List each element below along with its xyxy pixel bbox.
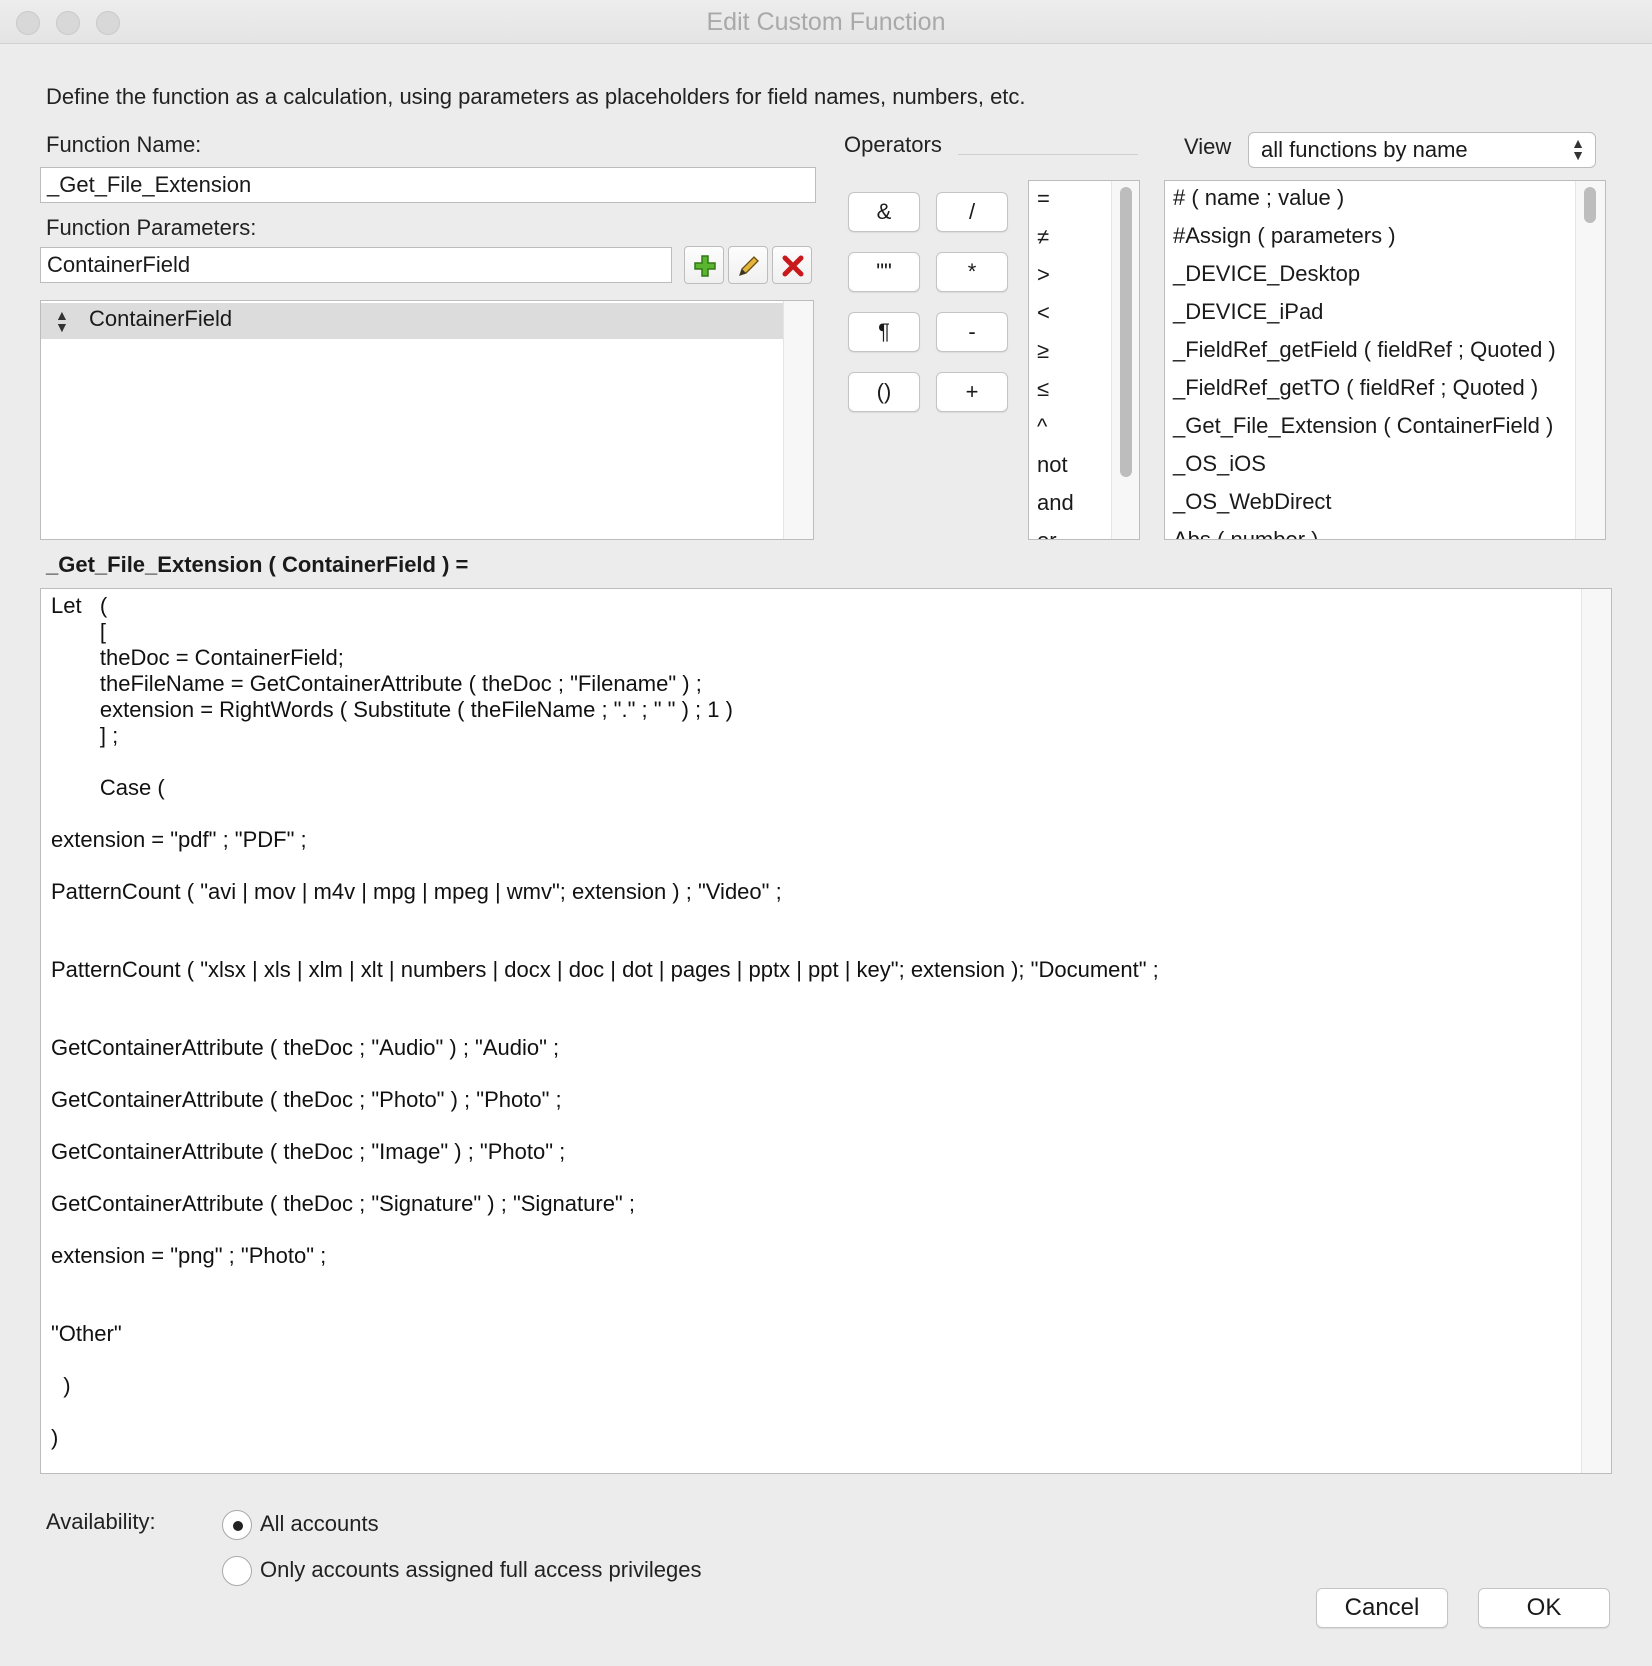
title-bar: Edit Custom Function (0, 0, 1652, 44)
function-list-item[interactable]: _DEVICE_iPad (1173, 299, 1323, 325)
operator-list-item[interactable]: > (1037, 262, 1050, 288)
function-list-item[interactable]: # ( name ; value ) (1173, 185, 1344, 211)
operator-list-item[interactable]: not (1037, 452, 1068, 478)
parameter-list-scrollbar[interactable] (783, 301, 813, 539)
function-list-scrollbar[interactable] (1575, 181, 1605, 539)
function-list-item[interactable]: _OS_WebDirect (1173, 489, 1332, 515)
operator-ampersand-button[interactable]: & (848, 192, 920, 232)
operator-list-scrollbar[interactable] (1111, 181, 1139, 539)
operator-quotes-button[interactable]: "" (848, 252, 920, 292)
operator-list-scroll-thumb[interactable] (1120, 187, 1132, 477)
parameter-list[interactable]: ▲ ▼ ContainerField (40, 300, 814, 540)
pencil-icon (738, 256, 759, 277)
calculation-editor-scrollbar[interactable] (1581, 589, 1611, 1473)
add-parameter-button[interactable] (684, 246, 724, 284)
function-parameter-input[interactable]: ContainerField (40, 247, 672, 283)
all-accounts-radio[interactable] (222, 1510, 252, 1540)
function-list-item[interactable]: _Get_File_Extension ( ContainerField ) (1173, 413, 1553, 439)
all-accounts-label[interactable]: All accounts (260, 1511, 379, 1537)
calculation-editor[interactable]: Let ( [ theDoc = ContainerField; theFile… (40, 588, 1612, 1474)
full-access-only-radio[interactable] (222, 1556, 252, 1586)
edit-parameter-button[interactable] (728, 246, 768, 284)
function-list-item[interactable]: _OS_iOS (1173, 451, 1266, 477)
operator-plus-button[interactable]: + (936, 372, 1008, 412)
parameter-name: ContainerField (89, 306, 233, 331)
calculation-code[interactable]: Let ( [ theDoc = ContainerField; theFile… (51, 593, 1159, 1451)
operator-list-item[interactable]: ≠ (1037, 224, 1049, 250)
availability-label: Availability: (46, 1509, 156, 1534)
plus-icon (694, 255, 716, 277)
operator-list-item[interactable]: ^ (1037, 414, 1047, 440)
function-name-input[interactable]: _Get_File_Extension (40, 167, 816, 203)
operator-list[interactable]: = ≠ > < ≥ ≤ ^ not and or (1028, 180, 1140, 540)
delete-parameter-button[interactable] (772, 246, 812, 284)
view-select[interactable]: all functions by name ▲ ▼ (1248, 132, 1596, 168)
operator-list-item[interactable]: = (1037, 186, 1050, 212)
operator-multiply-button[interactable]: * (936, 252, 1008, 292)
operator-parentheses-button[interactable]: () (848, 372, 920, 412)
operator-list-item[interactable]: and (1037, 490, 1074, 516)
delete-x-icon (782, 255, 804, 277)
ok-button[interactable]: OK (1478, 1588, 1610, 1628)
reorder-arrows-icon[interactable]: ▲ ▼ (55, 308, 69, 334)
function-list-item[interactable]: _FieldRef_getTO ( fieldRef ; Quoted ) (1173, 375, 1538, 401)
view-label: View (1184, 134, 1232, 159)
view-select-value: all functions by name (1261, 137, 1468, 162)
select-arrows-icon: ▲ ▼ (1571, 135, 1585, 163)
operator-list-item[interactable]: or (1037, 528, 1057, 539)
instructions-text: Define the function as a calculation, us… (46, 84, 1026, 109)
window-title: Edit Custom Function (706, 8, 946, 36)
operators-divider (958, 154, 1138, 155)
operators-label: Operators (844, 132, 942, 157)
function-list-item[interactable]: #Assign ( parameters ) (1173, 223, 1396, 249)
function-parameters-label: Function Parameters: (46, 215, 257, 240)
operator-list-item[interactable]: ≥ (1037, 338, 1049, 364)
operator-divide-button[interactable]: / (936, 192, 1008, 232)
full-access-only-label[interactable]: Only accounts assigned full access privi… (260, 1557, 701, 1583)
function-name-label: Function Name: (46, 132, 202, 157)
operator-list-item[interactable]: < (1037, 300, 1050, 326)
operator-minus-button[interactable]: - (936, 312, 1008, 352)
function-list-item[interactable]: _FieldRef_getField ( fieldRef ; Quoted ) (1173, 337, 1556, 363)
calculation-header: _Get_File_Extension ( ContainerField ) = (46, 552, 469, 577)
function-list[interactable]: # ( name ; value ) #Assign ( parameters … (1164, 180, 1606, 540)
parameter-row[interactable]: ▲ ▼ ContainerField (41, 303, 783, 339)
operator-pilcrow-button[interactable]: ¶ (848, 312, 920, 352)
cancel-button[interactable]: Cancel (1316, 1588, 1448, 1628)
function-list-scroll-thumb[interactable] (1584, 187, 1596, 223)
edit-custom-function-dialog: Edit Custom Function Define the function… (0, 0, 1652, 1666)
function-list-item[interactable]: Abs ( number ) (1173, 527, 1319, 539)
function-list-item[interactable]: _DEVICE_Desktop (1173, 261, 1360, 287)
operator-list-item[interactable]: ≤ (1037, 376, 1049, 402)
